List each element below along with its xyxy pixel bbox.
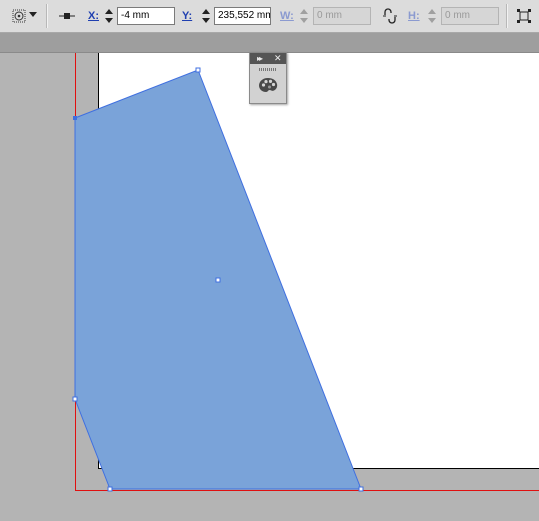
w-stepper	[298, 7, 310, 26]
anchor-point[interactable]	[72, 396, 78, 402]
artboard-svg[interactable]	[0, 53, 539, 521]
panel-header[interactable]: ▸▸ ✕	[250, 53, 286, 64]
w-label: W:	[280, 10, 294, 22]
close-icon[interactable]: ✕	[274, 53, 282, 63]
control-bar: X: -4 mm Y: 235,552 mm W: 0 mm H: 0 mm	[0, 0, 539, 33]
width-field: 0 mm	[313, 7, 371, 25]
transform-icon[interactable]	[516, 8, 532, 24]
increment-icon[interactable]	[105, 9, 113, 14]
floating-panel[interactable]: ▸▸ ✕	[249, 52, 287, 104]
anchor-point[interactable]	[107, 486, 113, 492]
y-stepper[interactable]	[200, 7, 212, 26]
link-stroke-icon[interactable]	[58, 10, 76, 22]
anchor-point[interactable]	[358, 486, 364, 492]
anchor-point[interactable]	[195, 67, 201, 73]
decrement-icon	[300, 18, 308, 23]
y-label: Y:	[182, 10, 193, 22]
x-position-field[interactable]: -4 mm	[117, 7, 175, 25]
increment-icon	[300, 9, 308, 14]
decrement-icon	[428, 18, 436, 23]
center-point[interactable]	[215, 277, 221, 283]
app-window: X: -4 mm Y: 235,552 mm W: 0 mm H: 0 mm ▸…	[0, 0, 539, 521]
toolbar-divider	[506, 4, 508, 28]
document-canvas[interactable]	[0, 53, 539, 521]
x-label: X:	[88, 10, 99, 22]
y-position-field[interactable]: 235,552 mm	[214, 7, 271, 25]
increment-icon[interactable]	[202, 9, 210, 14]
reference-point-icon[interactable]	[12, 9, 26, 23]
increment-icon	[428, 9, 436, 14]
chevron-down-icon[interactable]	[29, 12, 37, 17]
panel-grip[interactable]	[259, 68, 277, 71]
toolbar-divider	[46, 4, 48, 28]
anchor-point[interactable]	[73, 116, 77, 120]
double-arrow-icon[interactable]: ▸▸	[257, 54, 263, 63]
height-field: 0 mm	[441, 7, 499, 25]
h-label: H:	[408, 10, 420, 22]
palette-icon[interactable]	[258, 77, 278, 93]
tab-bar	[0, 33, 539, 53]
decrement-icon[interactable]	[105, 18, 113, 23]
h-stepper	[426, 7, 438, 26]
x-stepper[interactable]	[103, 7, 115, 26]
chain-link-icon[interactable]	[382, 8, 398, 24]
decrement-icon[interactable]	[202, 18, 210, 23]
